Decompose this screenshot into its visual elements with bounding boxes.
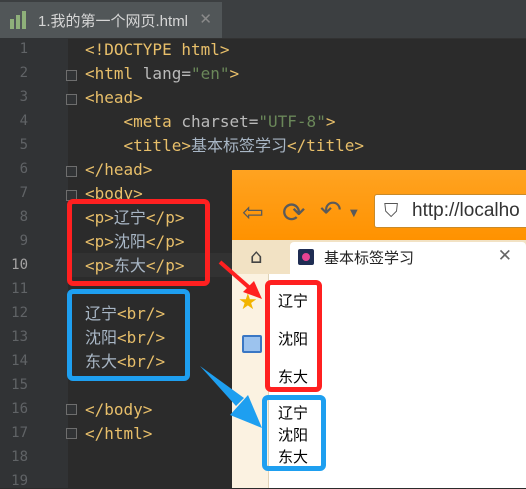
red-arrow-icon	[218, 260, 262, 299]
annotation-arrows	[200, 260, 262, 428]
blue-arrow-icon	[200, 366, 262, 428]
